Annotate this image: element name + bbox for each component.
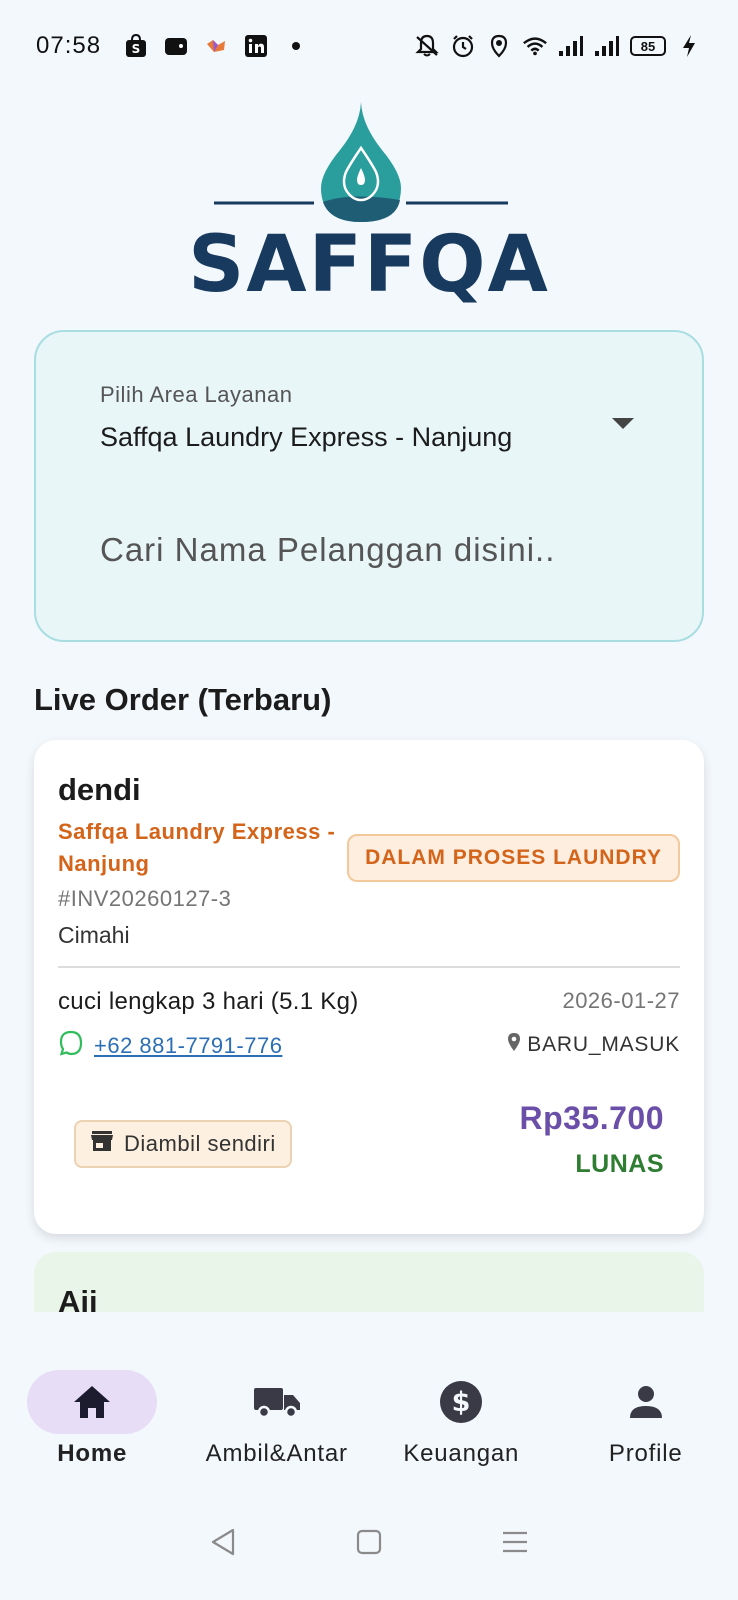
status-bar: 07:58 S 85 (0, 0, 738, 92)
svg-text:$: $ (452, 1387, 471, 1418)
nav-label-home: Home (57, 1440, 128, 1467)
game-icon (203, 33, 229, 59)
customer-name: Aji (58, 1284, 98, 1312)
nav-item-home[interactable]: Home (0, 1324, 185, 1484)
menu-icon[interactable] (495, 1522, 535, 1562)
whatsapp-icon[interactable] (58, 1030, 84, 1061)
logo-text: SAFFQA (188, 220, 550, 310)
phone-row[interactable]: +62 881-7791-776 (58, 1030, 282, 1061)
nav-label-profile: Profile (608, 1440, 683, 1467)
system-nav-bar (0, 1484, 738, 1600)
payment-status: LUNAS (575, 1150, 664, 1178)
nav-item-keuangan[interactable]: $ Keuangan (369, 1324, 554, 1484)
home-button-icon[interactable] (349, 1522, 389, 1562)
section-title: Live Order (Terbaru) (34, 682, 332, 717)
wallet-icon (163, 33, 189, 59)
wifi-icon (522, 33, 548, 59)
list-clip (0, 1312, 738, 1324)
status-time: 07:58 (36, 32, 102, 59)
map-pin-icon (507, 1032, 521, 1058)
dot-icon (283, 33, 309, 59)
order-card[interactable]: dendi Saffqa Laundry Express - Nanjung D… (34, 740, 704, 1234)
order-date: 2026-01-27 (562, 988, 680, 1013)
shopee-icon: S (123, 33, 149, 59)
signal-icon (594, 33, 620, 59)
nav-item-profile[interactable]: Profile (554, 1324, 738, 1484)
svg-text:S: S (132, 42, 141, 56)
service-description: cuci lengkap 3 hari (5.1 Kg) (58, 988, 359, 1015)
area-label: Pilih Area Layanan (100, 382, 293, 407)
phone-link[interactable]: +62 881-7791-776 (94, 1033, 282, 1059)
linkedin-icon (243, 33, 269, 59)
back-icon[interactable] (203, 1522, 243, 1562)
invoice-number: #INV20260127-3 (58, 886, 232, 911)
search-customer-input[interactable] (100, 522, 660, 578)
home-icon[interactable] (68, 1378, 116, 1426)
filter-card: Pilih Area Layanan Saffqa Laundry Expres… (34, 330, 704, 642)
divider (58, 966, 680, 968)
dropdown-arrow-icon[interactable] (612, 418, 634, 429)
person-icon[interactable] (622, 1378, 670, 1426)
pickup-method-chip: Diambil sendiri (74, 1120, 292, 1168)
nav-label-ambil-antar: Ambil&Antar (205, 1440, 348, 1467)
area-select[interactable]: Saffqa Laundry Express - Nanjung (100, 422, 512, 453)
nav-label-keuangan: Keuangan (403, 1440, 520, 1467)
location-row: BARU_MASUK (507, 1032, 680, 1058)
customer-name: dendi (58, 772, 141, 807)
order-price: Rp35.700 (519, 1100, 664, 1136)
store-name: Saffqa Laundry Express - Nanjung (58, 819, 336, 876)
location-icon (486, 33, 512, 59)
status-left: 07:58 S (36, 32, 309, 60)
mute-icon (414, 33, 440, 59)
store-icon (90, 1130, 114, 1158)
bottom-nav: Home Ambil&Antar $ Keuangan Profile (0, 1324, 738, 1484)
order-card[interactable]: Aji (34, 1252, 704, 1312)
nav-item-ambil-antar[interactable]: Ambil&Antar (185, 1324, 370, 1484)
customer-city: Cimahi (58, 922, 130, 948)
location-status: BARU_MASUK (527, 1033, 680, 1056)
dollar-icon[interactable]: $ (437, 1378, 485, 1426)
alarm-icon (450, 33, 476, 59)
truck-icon[interactable] (253, 1378, 301, 1426)
signal-icon (558, 33, 584, 59)
battery-icon: 85 (630, 36, 666, 56)
status-badge: DALAM PROSES LAUNDRY (347, 834, 680, 882)
charging-icon (676, 33, 702, 59)
pickup-method-label: Diambil sendiri (124, 1131, 276, 1156)
status-right: 85 (414, 33, 702, 59)
